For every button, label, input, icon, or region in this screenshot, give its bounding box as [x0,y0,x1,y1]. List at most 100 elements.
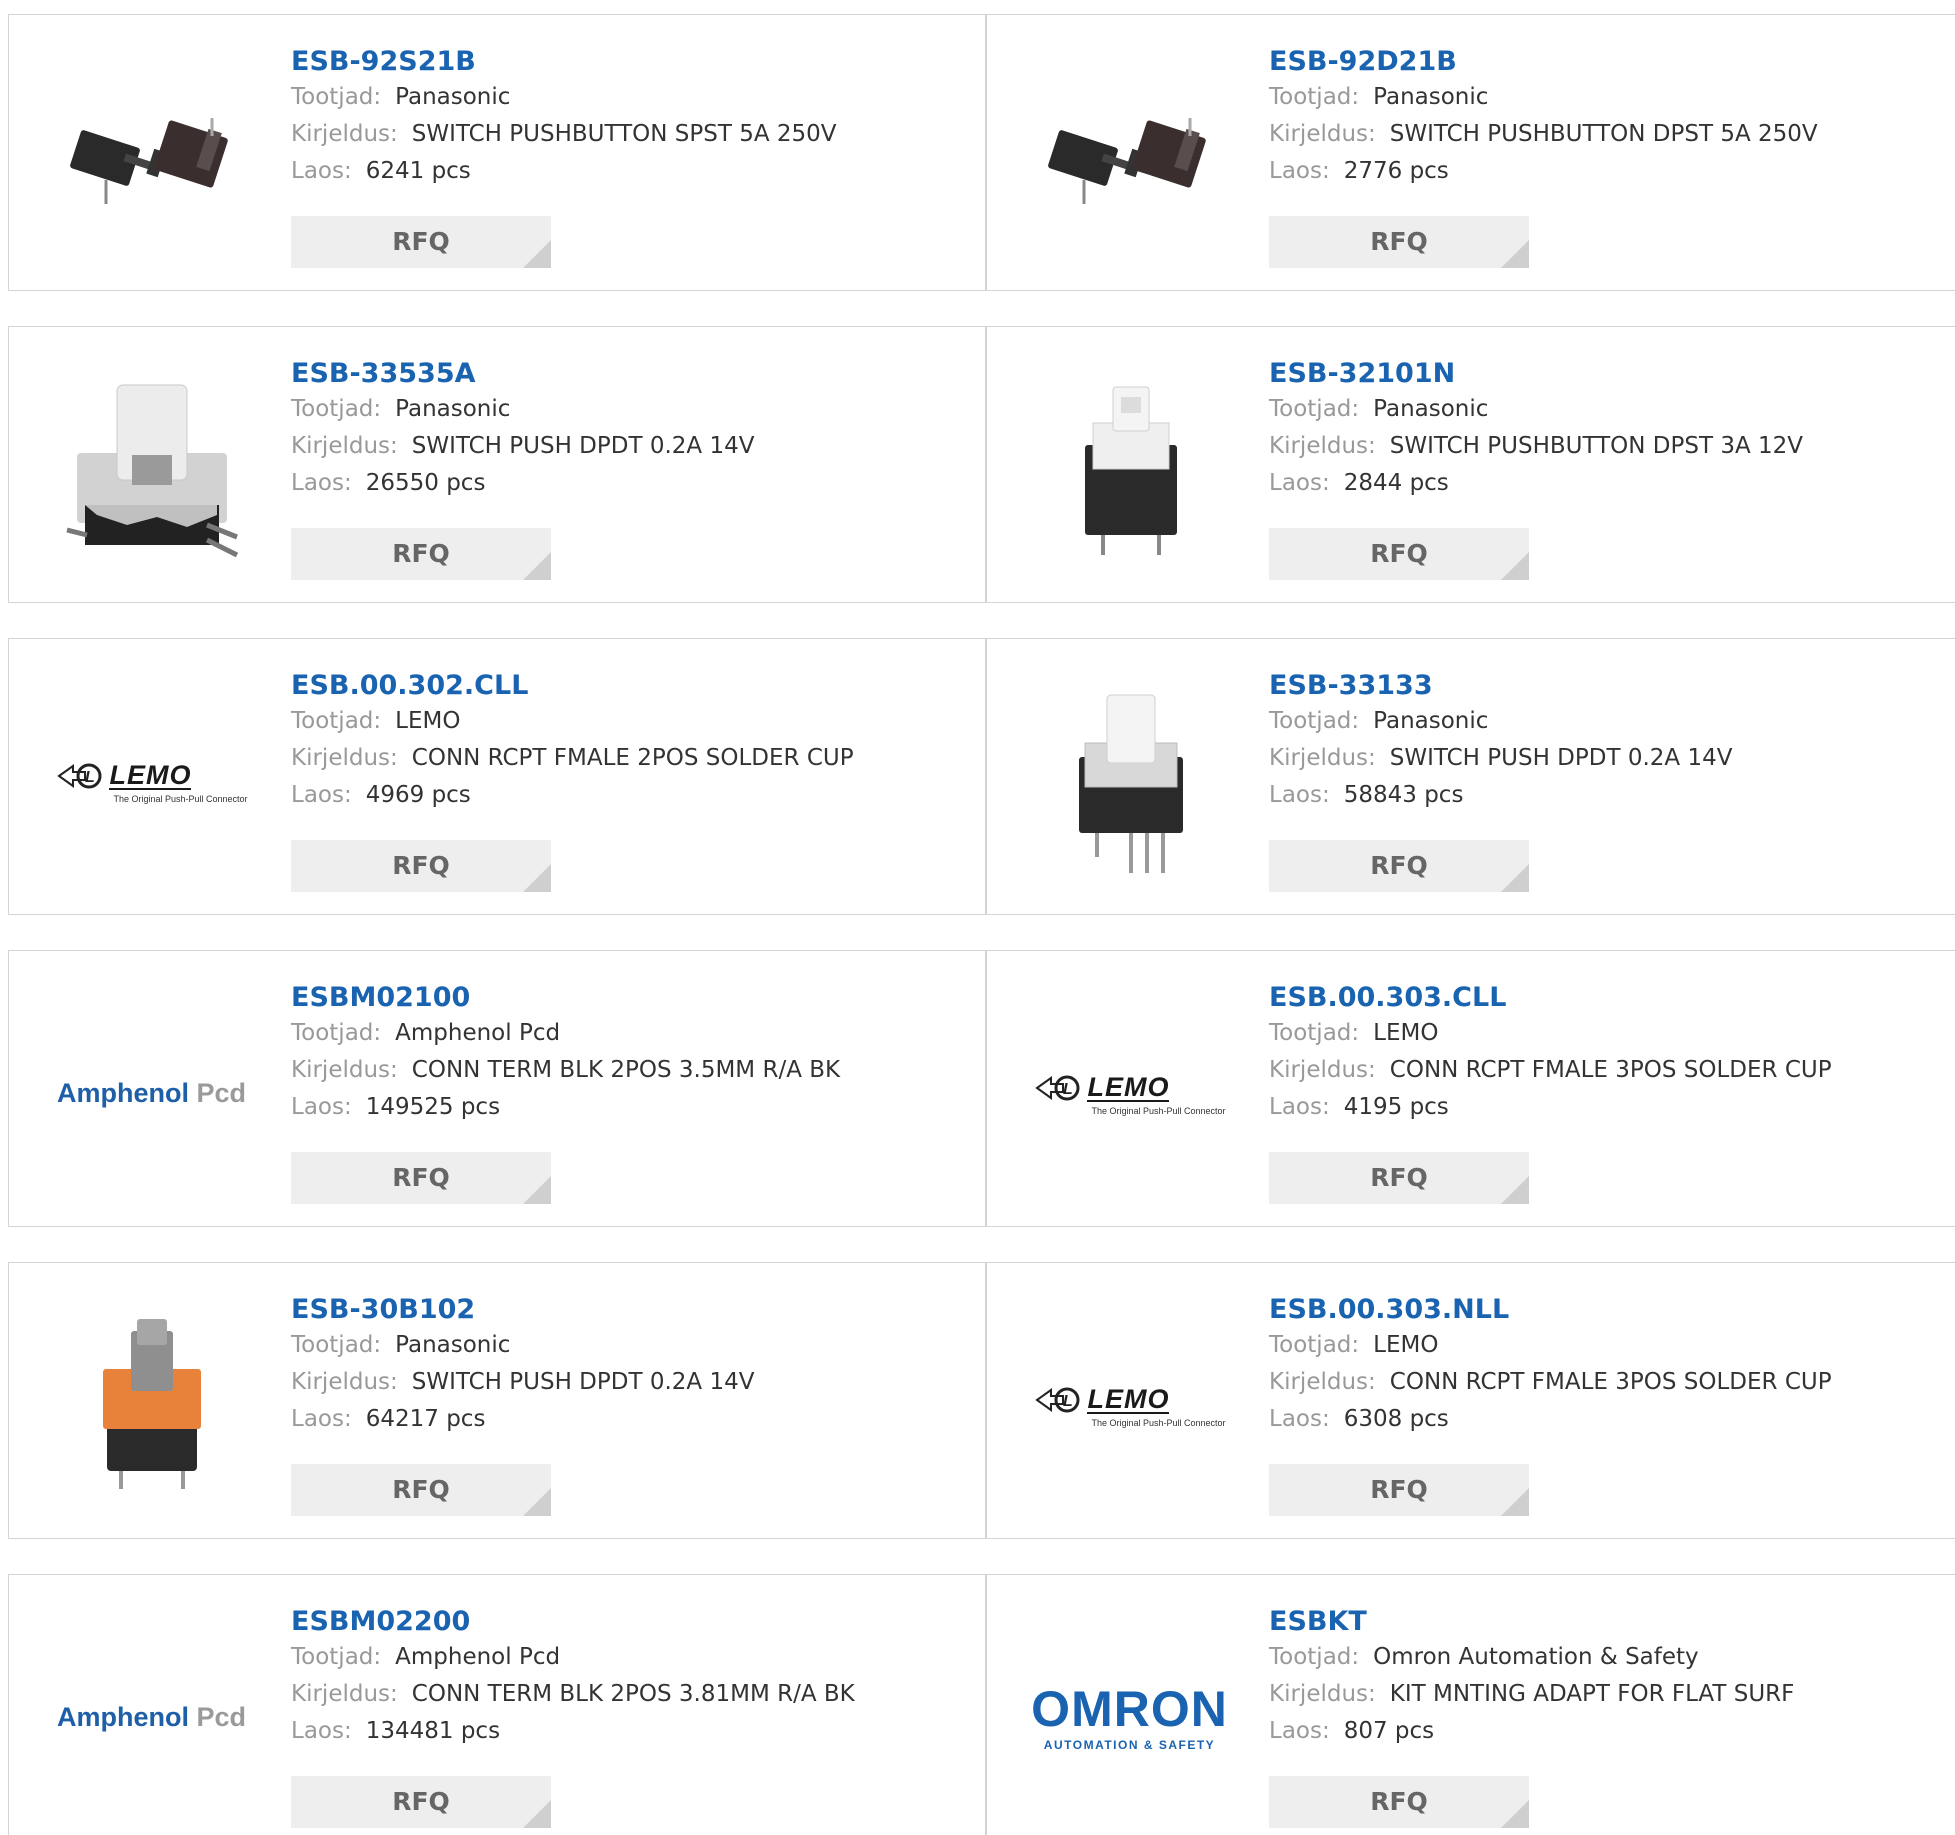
lemo-logo[interactable]: L LEMO The Original Push-Pull Connector [1027,991,1232,1196]
product-info: ESB-92S21B Tootjad: Panasonic Kirjeldus: S… [291,45,837,190]
description-value: KIT MNTING ADAPT FOR FLAT SURF [1389,1681,1795,1707]
corner-triangle-icon [523,864,551,892]
description-value: SWITCH PUSHBUTTON SPST 5A 250V [411,121,837,147]
part-number-link[interactable]: ESB-33535A [291,357,754,391]
switch-push-through-hole-image[interactable] [1027,679,1232,884]
rfq-button[interactable]: RFQ [291,528,551,580]
manufacturer-value: LEMO [1373,1020,1439,1046]
part-number-link[interactable]: ESBKT [1269,1605,1794,1639]
stock-label: Laos: [291,1718,352,1744]
amphenol-logo[interactable]: Amphenol Pcd [49,991,254,1196]
switch-pushbutton-pair-image[interactable] [49,55,254,260]
part-number-link[interactable]: ESB-92D21B [1269,45,1818,79]
stock-value: 6308 pcs [1343,1406,1449,1432]
description-row: Kirjeldus: CONN RCPT FMALE 2POS SOLDER CU… [291,740,854,777]
description-row: Kirjeldus: SWITCH PUSH DPDT 0.2A 14V [291,428,754,465]
switch-pushbutton-pair-image[interactable] [1027,55,1232,260]
description-label: Kirjeldus: [1269,433,1376,459]
rfq-label: RFQ [392,1475,450,1504]
part-number-link[interactable]: ESB-92S21B [291,45,837,79]
lemo-logo[interactable]: L LEMO The Original Push-Pull Connector [49,679,254,884]
manufacturer-label: Tootjad: [1269,1644,1360,1670]
stock-label: Laos: [291,1094,352,1120]
svg-text:L: L [1063,1081,1073,1098]
manufacturer-row: Tootjad: Panasonic [291,391,754,428]
description-value: CONN TERM BLK 2POS 3.5MM R/A BK [411,1057,841,1083]
stock-row: Laos: 4969 pcs [291,777,854,814]
description-row: Kirjeldus: CONN TERM BLK 2POS 3.5MM R/A B… [291,1052,840,1089]
description-row: Kirjeldus: KIT MNTING ADAPT FOR FLAT SURF [1269,1676,1794,1713]
part-number-link[interactable]: ESB.00.303.CLL [1269,981,1832,1015]
corner-triangle-icon [1501,552,1529,580]
rfq-button[interactable]: RFQ [1269,1776,1529,1828]
part-number-link[interactable]: ESBM02200 [291,1605,855,1639]
rfq-button[interactable]: RFQ [1269,1464,1529,1516]
rfq-button[interactable]: RFQ [1269,528,1529,580]
rfq-button[interactable]: RFQ [291,1464,551,1516]
manufacturer-value: Panasonic [395,84,511,110]
part-number-link[interactable]: ESB-32101N [1269,357,1803,391]
switch-push-small-image[interactable] [1027,367,1232,572]
lemo-logo-mark: L LEMO The Original Push-Pull Connector [55,759,248,804]
manufacturer-label: Tootjad: [1269,396,1360,422]
stock-label: Laos: [1269,470,1330,496]
rfq-button[interactable]: RFQ [1269,1152,1529,1204]
stock-value: 26550 pcs [365,470,486,496]
lemo-tagline: The Original Push-Pull Connector [1091,1105,1226,1116]
lemo-emblem-icon: L [57,763,102,788]
description-value: SWITCH PUSHBUTTON DPST 5A 250V [1389,121,1818,147]
description-value: SWITCH PUSHBUTTON DPST 3A 12V [1389,433,1804,459]
product-card: ESB-30B102 Tootjad: Panasonic Kirjeldus: S… [8,1262,986,1539]
stock-value: 2776 pcs [1343,158,1449,184]
corner-triangle-icon [523,1800,551,1828]
amphenol-logo-mark: Amphenol Pcd [57,1702,246,1733]
part-number-link[interactable]: ESB.00.303.NLL [1269,1293,1832,1327]
rfq-label: RFQ [1370,851,1428,880]
stock-label: Laos: [1269,158,1330,184]
rfq-button[interactable]: RFQ [291,1152,551,1204]
rfq-label: RFQ [392,1163,450,1192]
stock-label: Laos: [291,1406,352,1432]
lemo-logo-mark: L LEMO The Original Push-Pull Connector [1033,1384,1226,1428]
product-row: ESB-30B102 Tootjad: Panasonic Kirjeldus: S… [8,1262,1955,1539]
lemo-logo-mark: L LEMO The Original Push-Pull Connector [1033,1072,1226,1116]
lemo-emblem-icon: L [1035,1075,1080,1100]
rfq-button[interactable]: RFQ [1269,840,1529,892]
product-info: ESB.00.303.NLL Tootjad: LEMO Kirjeldus: CO… [1269,1293,1832,1438]
rfq-button[interactable]: RFQ [291,216,551,268]
rfq-button[interactable]: RFQ [291,1776,551,1828]
manufacturer-value: Omron Automation & Safety [1373,1644,1699,1670]
stock-value: 134481 pcs [365,1718,501,1744]
part-number-link[interactable]: ESB.00.302.CLL [291,669,854,703]
description-label: Kirjeldus: [1269,745,1376,771]
product-row: Amphenol Pcd ESBM02200 Tootjad: Amphenol … [8,1574,1955,1835]
svg-text:L: L [85,769,95,786]
product-grid: ESB-92S21B Tootjad: Panasonic Kirjeldus: S… [8,14,1955,1835]
stock-label: Laos: [1269,1094,1330,1120]
lemo-logo[interactable]: L LEMO The Original Push-Pull Connector [1027,1303,1232,1508]
product-card: L LEMO The Original Push-Pull Connector … [986,1262,1955,1539]
manufacturer-label: Tootjad: [291,1020,382,1046]
description-row: Kirjeldus: CONN TERM BLK 2POS 3.81MM R/A … [291,1676,855,1713]
part-number-link[interactable]: ESB-33133 [1269,669,1732,703]
part-number-link[interactable]: ESBM02100 [291,981,840,1015]
product-card: L LEMO The Original Push-Pull Connector … [986,950,1955,1227]
manufacturer-label: Tootjad: [291,708,382,734]
manufacturer-label: Tootjad: [1269,1020,1360,1046]
description-row: Kirjeldus: SWITCH PUSH DPDT 0.2A 14V [291,1364,754,1401]
manufacturer-value: LEMO [395,708,461,734]
rfq-button[interactable]: RFQ [291,840,551,892]
part-number-link[interactable]: ESB-30B102 [291,1293,754,1327]
amphenol-logo[interactable]: Amphenol Pcd [49,1615,254,1820]
rfq-label: RFQ [392,227,450,256]
switch-push-smd-image[interactable] [49,367,254,572]
stock-row: Laos: 6241 pcs [291,153,837,190]
manufacturer-value: Panasonic [395,1332,511,1358]
rfq-button[interactable]: RFQ [1269,216,1529,268]
switch-push-orange-image[interactable] [49,1303,254,1508]
stock-value: 58843 pcs [1343,782,1464,808]
product-info: ESBKT Tootjad: Omron Automation & Safety … [1269,1605,1794,1750]
lemo-wordmark: LEMO [109,759,192,790]
stock-value: 6241 pcs [365,158,471,184]
omron-logo[interactable]: OMRON AUTOMATION & SAFETY [1027,1615,1232,1820]
